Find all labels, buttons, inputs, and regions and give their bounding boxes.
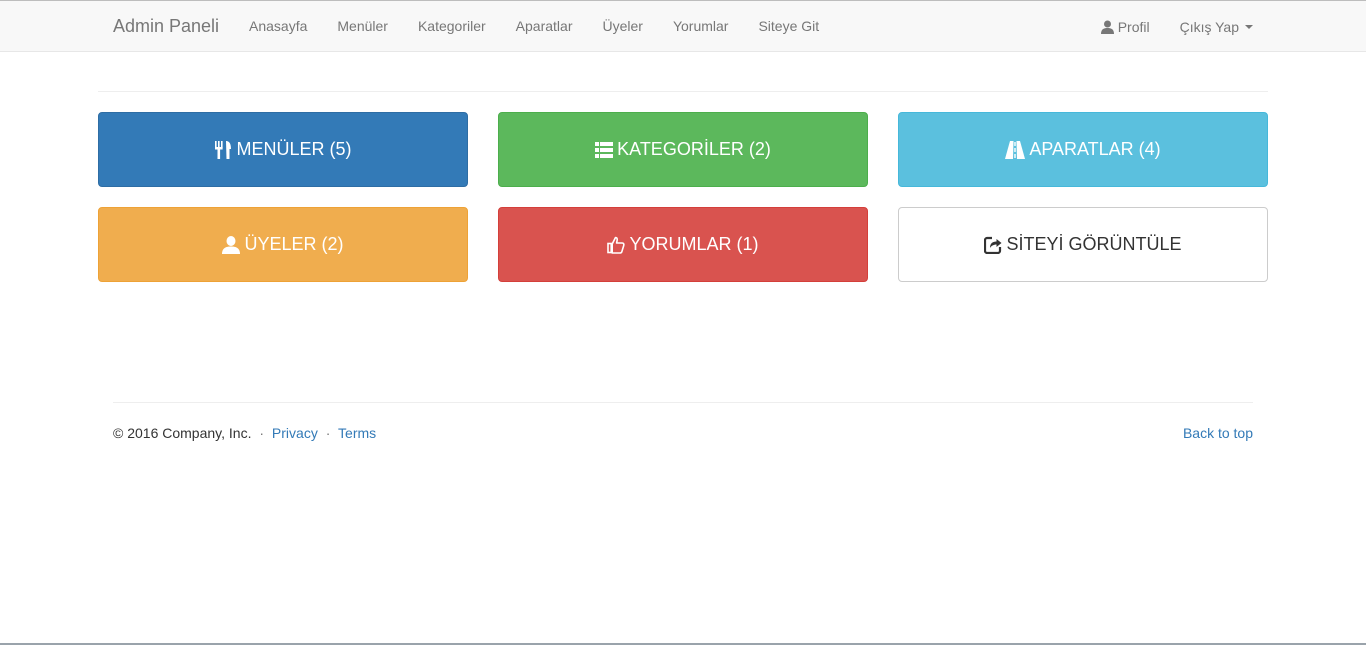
- nav-links: Anasayfa Menüler Kategoriler Aparatlar Ü…: [234, 1, 834, 52]
- footer-right: Back to top: [1183, 425, 1253, 441]
- comments-tile-label: YORUMLAR (1): [629, 234, 759, 254]
- view-site-tile-button[interactable]: SİTEYİ GÖRÜNTÜLE: [898, 207, 1268, 282]
- logout-dropdown[interactable]: Çıkış Yap: [1165, 1, 1268, 52]
- thumbs-up-icon: [607, 236, 626, 254]
- navbar-brand[interactable]: Admin Paneli: [113, 16, 219, 37]
- view-site-tile-label: SİTEYİ GÖRÜNTÜLE: [1006, 234, 1182, 254]
- footer-left: © 2016 Company, Inc. · Privacy · Terms: [113, 425, 376, 441]
- menus-tile-label: MENÜLER (5): [236, 139, 352, 159]
- nav-link-members[interactable]: Üyeler: [587, 1, 657, 52]
- nav-link-categories[interactable]: Kategoriler: [403, 1, 501, 52]
- terms-link[interactable]: Terms: [338, 425, 376, 441]
- nav-link-comments[interactable]: Yorumlar: [658, 1, 744, 52]
- user-icon: [222, 235, 241, 254]
- apparatus-tile-label: APARATLAR (4): [1029, 139, 1161, 159]
- nav-link-apparatus[interactable]: Aparatlar: [501, 1, 588, 52]
- menus-tile-button[interactable]: MENÜLER (5): [98, 112, 468, 187]
- profile-link[interactable]: Profil: [1086, 1, 1165, 52]
- user-icon: [1100, 20, 1114, 34]
- caret-down-icon: [1245, 24, 1253, 29]
- profile-label: Profil: [1117, 18, 1150, 35]
- categories-tile-label: KATEGORİLER (2): [617, 139, 771, 159]
- comments-tile-button[interactable]: YORUMLAR (1): [498, 207, 868, 282]
- privacy-link[interactable]: Privacy: [272, 425, 318, 441]
- copyright-text: © 2016 Company, Inc.: [113, 425, 252, 441]
- nav-right: Profil Çıkış Yap: [1086, 1, 1268, 52]
- separator: ·: [325, 425, 331, 441]
- back-to-top-link[interactable]: Back to top: [1183, 425, 1253, 441]
- apparatus-tile-button[interactable]: APARATLAR (4): [898, 112, 1268, 187]
- members-tile-label: ÜYELER (2): [244, 234, 344, 254]
- footer-divider: [113, 402, 1253, 403]
- nav-link-menus[interactable]: Menüler: [322, 1, 403, 52]
- logout-label: Çıkış Yap: [1179, 18, 1239, 35]
- divider: [98, 91, 1268, 92]
- top-navbar: Admin Paneli Anasayfa Menüler Kategorile…: [0, 0, 1366, 52]
- share-icon: [984, 236, 1002, 254]
- categories-tile-button[interactable]: KATEGORİLER (2): [498, 112, 868, 187]
- members-tile-button[interactable]: ÜYELER (2): [98, 207, 468, 282]
- list-icon: [595, 141, 614, 158]
- nav-link-visit-site[interactable]: Siteye Git: [743, 1, 834, 52]
- road-icon: [1005, 140, 1026, 159]
- separator: ·: [259, 425, 265, 441]
- nav-link-home[interactable]: Anasayfa: [234, 1, 322, 52]
- cutlery-icon: [215, 140, 232, 159]
